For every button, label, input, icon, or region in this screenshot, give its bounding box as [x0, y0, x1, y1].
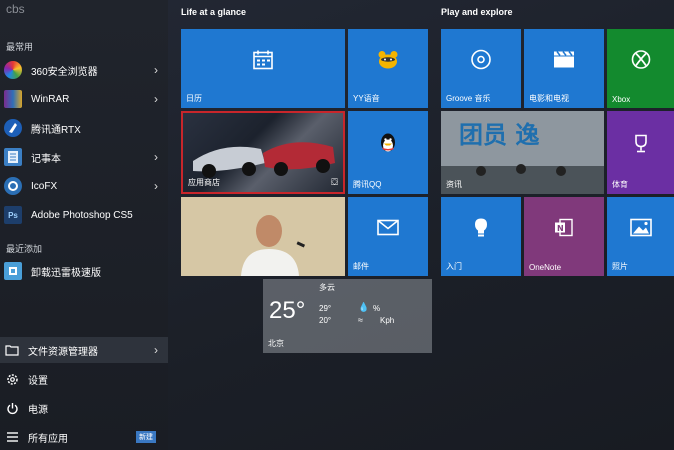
- app-item-uninstall-xunlei[interactable]: 卸载迅雷极速版: [0, 258, 168, 284]
- tile-label: YY语音: [353, 94, 380, 103]
- all-apps-label: 所有应用: [28, 433, 68, 445]
- tile-weather[interactable]: 多云 25° 29° 20° 💧 % ≈ Kph 北京: [263, 279, 432, 353]
- person-photo: [181, 197, 345, 276]
- app-label: 卸载迅雷极速版: [31, 267, 101, 279]
- weather-temp: 25°: [269, 297, 306, 324]
- app-label: Adobe Photoshop CS5: [31, 209, 133, 221]
- news-image: 团员 逸: [441, 111, 604, 194]
- app-item-notepad[interactable]: 记事本 ›: [0, 144, 168, 170]
- most-used-label: 最常用: [6, 42, 34, 52]
- app-item-360-browser[interactable]: 360安全浏览器 ›: [0, 57, 168, 83]
- svg-text:团员 逸: 团员 逸: [459, 121, 539, 149]
- app-label: IcoFX: [31, 180, 58, 192]
- app-item-icofx[interactable]: IcoFX ›: [0, 173, 168, 199]
- tile-news[interactable]: 团员 逸 资讯: [441, 111, 604, 194]
- tile-label: 腾讯QQ: [353, 180, 382, 189]
- tile-photo-person[interactable]: [181, 197, 345, 276]
- calendar-icon: [252, 49, 274, 76]
- tile-groove[interactable]: Groove 音乐: [441, 29, 521, 108]
- app-label: 腾讯通RTX: [31, 124, 81, 136]
- app-label: WinRAR: [31, 93, 70, 105]
- tile-yy[interactable]: YY语音: [348, 29, 428, 108]
- weather-low: 20°: [319, 316, 332, 325]
- wind-icon: ≈: [358, 315, 363, 325]
- tile-label: Groove 音乐: [446, 94, 491, 103]
- tile-xbox[interactable]: Xbox: [607, 29, 674, 108]
- app-item-photoshop[interactable]: Ps Adobe Photoshop CS5: [0, 202, 168, 228]
- tile-onenote[interactable]: N OneNote: [524, 197, 604, 276]
- all-apps-item[interactable]: 所有应用 新建: [0, 424, 168, 450]
- tile-label: 体育: [612, 180, 628, 189]
- rtx-icon: [4, 119, 22, 137]
- tile-mail[interactable]: 邮件: [348, 197, 428, 276]
- winrar-icon: [4, 90, 22, 108]
- tile-label: 日历: [186, 94, 202, 103]
- yy-bear-icon: [377, 50, 399, 75]
- file-explorer-label: 文件资源管理器: [28, 346, 98, 358]
- chevron-right-icon[interactable]: ›: [154, 92, 158, 106]
- chevron-right-icon[interactable]: ›: [154, 343, 158, 357]
- tile-label: 入门: [446, 262, 462, 271]
- tile-label: Xbox: [612, 95, 631, 104]
- uninstall-icon: [4, 262, 22, 280]
- tile-sports[interactable]: 体育: [607, 111, 674, 194]
- recently-added-label: 最近添加: [6, 244, 43, 254]
- chevron-right-icon[interactable]: ›: [154, 150, 158, 164]
- svg-text:N: N: [557, 224, 564, 233]
- trophy-icon: [632, 133, 650, 158]
- power-icon: [5, 401, 19, 415]
- tile-store[interactable]: 应用商店 ⛋: [181, 111, 345, 194]
- tile-tips[interactable]: 入门: [441, 197, 521, 276]
- tile-label: 照片: [612, 262, 628, 271]
- tile-label: 资讯: [446, 180, 462, 189]
- settings-item[interactable]: 设置: [0, 366, 168, 392]
- tile-label: 电影和电视: [529, 94, 569, 103]
- tile-label: OneNote: [529, 263, 562, 272]
- list-icon: [5, 430, 19, 444]
- app-item-rtx[interactable]: 腾讯通RTX: [0, 115, 168, 141]
- gear-icon: [5, 372, 19, 386]
- weather-condition: 多云: [319, 283, 335, 292]
- tile-calendar[interactable]: 日历: [181, 29, 345, 108]
- weather-high: 29°: [319, 304, 332, 313]
- weather-humidity-unit: %: [373, 304, 381, 313]
- power-label: 电源: [28, 404, 48, 416]
- folder-icon: [5, 343, 19, 357]
- onenote-icon: N: [554, 218, 574, 243]
- chevron-right-icon[interactable]: ›: [154, 179, 158, 193]
- tile-label: 邮件: [353, 262, 369, 271]
- chevron-right-icon[interactable]: ›: [154, 63, 158, 77]
- file-explorer-item[interactable]: 文件资源管理器 ›: [0, 337, 168, 363]
- tile-label: 应用商店: [188, 178, 220, 187]
- group-title-life[interactable]: Life at a glance: [181, 7, 246, 17]
- app-item-winrar[interactable]: WinRAR ›: [0, 86, 168, 112]
- qq-penguin-icon: [379, 132, 397, 159]
- icofx-icon: [4, 177, 22, 195]
- app-label: 360安全浏览器: [31, 66, 98, 78]
- humidity-drop-icon: 💧: [358, 302, 370, 312]
- weather-city: 北京: [268, 339, 284, 348]
- picture-icon: [629, 218, 652, 242]
- store-bag-icon: ⛋: [331, 177, 338, 187]
- lightbulb-icon: [473, 217, 489, 244]
- clapperboard-icon: [553, 51, 575, 74]
- new-badge: 新建: [136, 431, 156, 443]
- photoshop-icon: Ps: [4, 206, 22, 224]
- notepad-icon: [4, 148, 22, 166]
- group-title-play[interactable]: Play and explore: [441, 7, 513, 17]
- xbox-icon: [631, 50, 651, 75]
- 360-browser-icon: [4, 61, 22, 79]
- tile-qq[interactable]: 腾讯QQ: [348, 111, 428, 194]
- power-item[interactable]: 电源: [0, 395, 168, 421]
- mail-icon: [377, 219, 399, 241]
- user-name[interactable]: cbs: [6, 2, 25, 16]
- tile-photos[interactable]: 照片: [607, 197, 674, 276]
- tile-movies[interactable]: 电影和电视: [524, 29, 604, 108]
- settings-label: 设置: [28, 375, 48, 387]
- groove-disc-icon: [470, 49, 492, 76]
- app-label: 记事本: [31, 153, 61, 165]
- weather-wind-unit: Kph: [380, 316, 395, 325]
